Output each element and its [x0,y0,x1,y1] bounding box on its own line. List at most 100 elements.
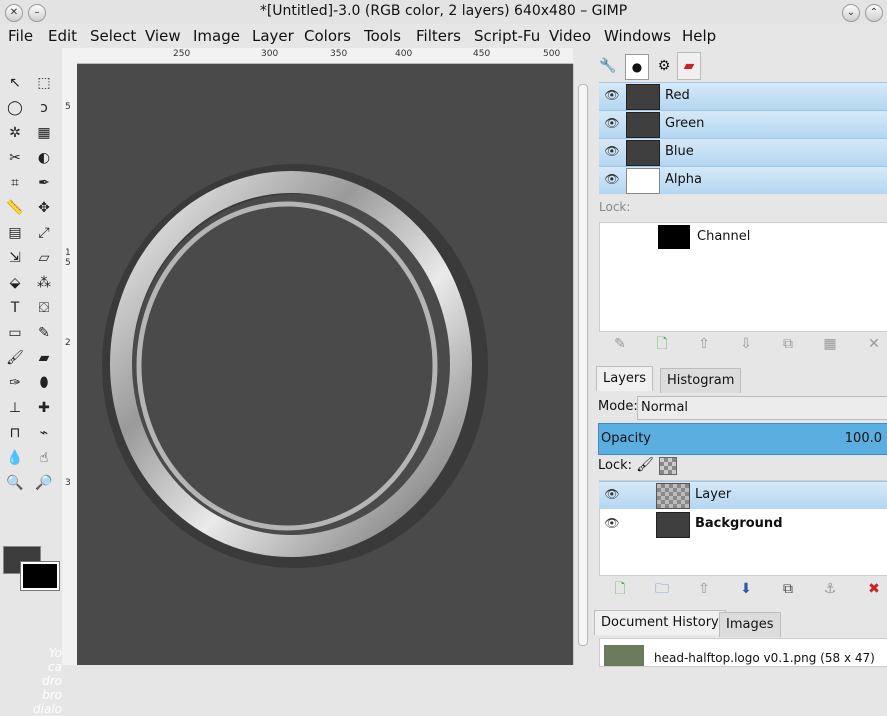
paintbrush-icon[interactable]: 🖌 [6,349,24,367]
foreground-select-icon[interactable]: ◐ [35,149,53,167]
perspective-clone-icon[interactable]: ⊓ [6,424,24,442]
menu-view[interactable]: View [145,27,181,45]
eye-icon[interactable]: 👁 [603,487,621,503]
mode-dropdown[interactable]: Normal [637,396,887,420]
raise-icon[interactable]: ⇧ [695,580,713,598]
eraser-icon[interactable]: ▰ [35,349,53,367]
align-icon[interactable]: ▤ [6,224,24,242]
mode-value: Normal [641,400,689,415]
background-color[interactable] [20,561,60,591]
channel-thumbnail [626,140,660,166]
history-list[interactable]: head-halftop.logo v0.1.png (58 x 47) [599,638,887,667]
tab-document-history[interactable]: Document History [594,610,726,635]
menu-filters[interactable]: Filters [416,27,461,45]
color-swatches[interactable] [3,546,60,591]
ring-inner [136,201,438,531]
duplicate-icon[interactable]: ⧉ [779,335,797,353]
lower-icon[interactable]: ⇩ [737,335,755,353]
menu-image[interactable]: Image [193,27,240,45]
minimize-icon[interactable]: ⌄ [842,4,860,22]
shear-icon[interactable]: ▱ [35,249,53,267]
color-select-icon[interactable]: ▦ [35,124,53,142]
menu-colors[interactable]: Colors [304,27,351,45]
new-layer-icon[interactable]: 🗋 [611,580,629,598]
channel-row[interactable]: 👁 Green [599,110,887,138]
folder-icon[interactable]: 🗀 [653,580,671,598]
scroll-thumb[interactable] [578,84,588,646]
vertical-scrollbar[interactable] [573,64,591,665]
ink-icon[interactable]: ⬮ [35,374,53,392]
text-icon[interactable]: T [6,299,24,317]
new-channel-icon[interactable]: 🗋 [653,335,671,353]
layer-thumbnail [656,483,690,509]
clone-icon[interactable]: ⊥ [6,399,24,417]
scissors-icon[interactable]: ✂ [6,149,24,167]
menu-file[interactable]: File [8,27,33,45]
pencil-icon[interactable]: ✎ [35,324,53,342]
transform-icon[interactable]: ⤢ [35,224,53,242]
channel-row[interactable]: 👁 Blue [599,138,887,166]
delete-icon[interactable]: ✕ [865,335,883,353]
move-select-icon[interactable]: ↖ [6,74,24,92]
bucket-fill-icon[interactable]: ⛋ [35,299,53,317]
delete-icon[interactable]: ✖ [865,580,883,598]
layer-row[interactable]: 👁 Background [599,511,887,538]
edit-icon[interactable]: ✎ [611,335,629,353]
opacity-slider[interactable]: Opacity 100.0 [598,423,887,455]
image-canvas[interactable] [77,64,573,665]
eye-icon[interactable]: 👁 [603,144,621,160]
crop-icon[interactable]: ⌗ [6,174,24,192]
move-icon[interactable]: ✥ [35,199,53,217]
dodge-icon[interactable]: 💧 [6,449,24,467]
selection-icon[interactable]: ▦ [821,335,839,353]
tab-layers[interactable]: Layers [596,366,654,391]
lock-alpha-icon[interactable] [659,457,677,475]
horizontal-ruler: 250 300 350 400 450 500 [77,48,573,64]
lock-pixels-icon[interactable]: 🖌 [636,457,654,475]
measure-icon[interactable]: 📏 [6,199,24,217]
anchor-icon[interactable]: ⚓ [821,580,839,598]
fuzzy-select-icon[interactable]: ✲ [6,124,24,142]
ellipse-select-icon[interactable]: ◯ [6,99,24,117]
eye-icon[interactable]: 👁 [603,116,621,132]
magnify-icon[interactable]: 🔎 [35,474,53,492]
channel-list[interactable]: Channel [599,222,887,332]
menu-windows[interactable]: Windows [604,27,671,45]
menu-help[interactable]: Help [682,27,716,45]
eye-icon[interactable]: 👁 [603,172,621,188]
lower-icon[interactable]: ⬇ [737,580,755,598]
raise-icon[interactable]: ⇧ [695,335,713,353]
cage-icon[interactable]: ⁂ [35,274,53,292]
menu-video[interactable]: Video [549,27,591,45]
menu-edit[interactable]: Edit [48,27,77,45]
scale-icon[interactable]: ⇲ [6,249,24,267]
duplicate-icon[interactable]: ⧉ [779,580,797,598]
blur-icon[interactable]: ⌁ [35,424,53,442]
smudge-icon[interactable]: ☝ [35,449,53,467]
layer-row[interactable]: 👁 Layer [599,481,887,509]
paths-tab-icon[interactable]: ⚙ [653,54,675,78]
maximize-icon[interactable]: ⌃ [865,4,883,22]
channels-tab-icon[interactable]: ▰ [677,52,701,80]
zoom-icon[interactable]: 🔍 [6,474,24,492]
lasso-icon[interactable]: ↄ [35,99,53,117]
heal-icon[interactable]: ✚ [35,399,53,417]
brush-icon[interactable]: ● [625,54,649,80]
tool-options-icon[interactable]: 🔧 [597,54,619,78]
menu-select[interactable]: Select [90,27,136,45]
eye-icon[interactable]: 👁 [603,516,621,532]
menu-tools[interactable]: Tools [364,27,401,45]
channel-row[interactable]: 👁 Alpha [599,166,887,194]
airbrush-icon[interactable]: ✑ [6,374,24,392]
menu-script-fu[interactable]: Script-Fu [474,27,540,45]
tab-histogram[interactable]: Histogram [660,368,742,393]
hint-line: ca [48,660,62,674]
paths-icon[interactable]: ✒ [35,174,53,192]
tab-images[interactable]: Images [719,612,781,637]
eye-icon[interactable]: 👁 [603,88,621,104]
channel-row[interactable]: 👁 Red [599,82,887,110]
perspective-icon[interactable]: ⬙ [6,274,24,292]
gradient-icon[interactable]: ▭ [6,324,24,342]
menu-layer[interactable]: Layer [252,27,294,45]
rect-select-icon[interactable]: ⬚ [35,74,53,92]
